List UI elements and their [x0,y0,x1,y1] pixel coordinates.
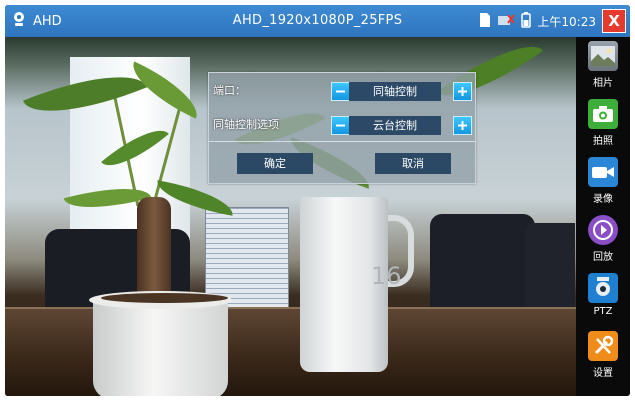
video-feed[interactable]: 16 端口： 同轴控制 同轴控制选项 云台控制 确定 取消 [5,37,576,396]
sidebar-label: PTZ [593,306,613,317]
plant-trunk [137,197,171,297]
port-decrease-button[interactable] [331,82,350,101]
port-value-field[interactable]: 同轴控制 [349,82,441,101]
desk-surface [5,309,576,396]
dialog-divider [209,141,475,142]
sidebar-item-ptz[interactable]: PTZ [576,269,630,327]
port-increase-button[interactable] [453,82,472,101]
play-icon [588,215,618,245]
sidebar-item-settings[interactable]: 设置 [576,327,630,385]
close-button[interactable]: X [602,9,626,33]
sd-card-icon [479,12,491,31]
office-chair-right [430,214,535,314]
status-area: 上午10:23 X [479,5,626,37]
sidebar-item-photos[interactable]: 相片 [576,37,630,95]
cup-number: 16 [371,262,402,290]
sidebar-label: 录像 [593,194,613,205]
plus-icon [458,121,467,130]
minus-icon [336,90,345,93]
battery-icon [521,11,532,31]
office-chair-edge [525,223,575,313]
plus-icon [458,87,467,96]
coax-option-row: 同轴控制选项 云台控制 [209,111,475,139]
sidebar-item-record[interactable]: 录像 [576,153,630,211]
sidebar-label: 相片 [593,78,613,89]
cancel-button[interactable]: 取消 [375,153,451,174]
device-screen: AHD AHD_1920x1080P_25FPS 上午10:23 X 16 端口… [5,5,630,396]
camera-icon [588,99,618,129]
port-row: 端口： 同轴控制 [209,77,475,105]
coax-option-increase-button[interactable] [453,116,472,135]
video-camera-icon [588,157,618,187]
sidebar-label: 拍照 [593,136,613,147]
title-bar: AHD AHD_1920x1080P_25FPS 上午10:23 X [5,5,630,37]
sidebar-item-snapshot[interactable]: 拍照 [576,95,630,153]
ptz-settings-dialog: 端口： 同轴控制 同轴控制选项 云台控制 确定 取消 [208,72,476,184]
sidebar-label: 设置 [593,368,613,379]
network-disconnected-icon [497,13,516,30]
pot-soil [101,293,228,303]
sidebar-item-playback[interactable]: 回放 [576,211,630,269]
clock-time: 上午10:23 [537,14,596,29]
coax-option-decrease-button[interactable] [331,116,350,135]
right-toolbar: 相片 拍照 录像 回放 PTZ 设置 [576,37,630,396]
plant-pot [93,299,228,396]
ptz-camera-icon [588,273,618,303]
coax-option-value-field[interactable]: 云台控制 [349,116,441,135]
coax-option-label: 同轴控制选项 [213,118,279,131]
photo-album-icon [588,41,618,71]
tools-icon [588,331,618,361]
port-label: 端口： [213,84,246,97]
minus-icon [336,124,345,127]
ok-button[interactable]: 确定 [237,153,313,174]
sidebar-label: 回放 [593,252,613,263]
